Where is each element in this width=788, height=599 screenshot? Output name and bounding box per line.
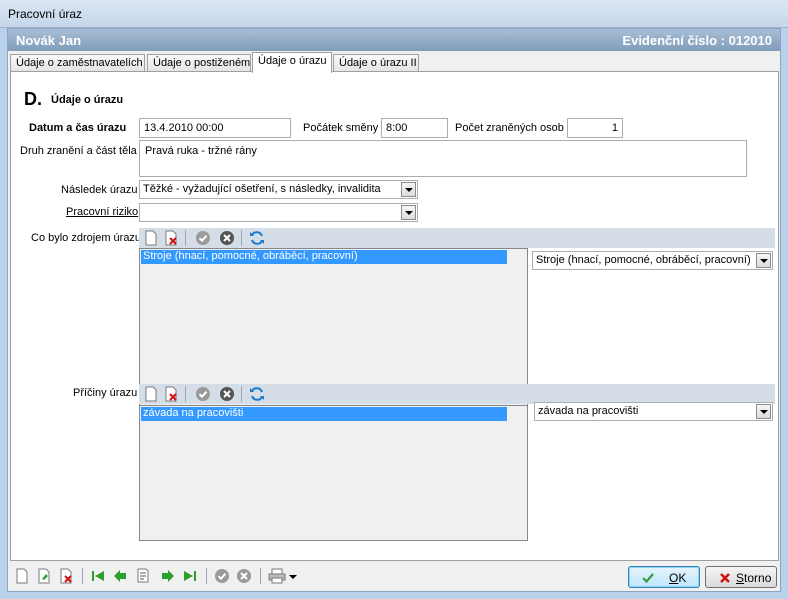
tab-injured-person[interactable]: Údaje o postiženém: [147, 54, 251, 72]
chevron-down-icon[interactable]: [756, 404, 771, 419]
check-icon: [642, 573, 654, 584]
injured-count-input[interactable]: 1: [567, 118, 623, 138]
tab-injury[interactable]: Údaje o úrazu: [252, 52, 332, 73]
ok-button[interactable]: OK: [628, 566, 700, 588]
ok-button-label: OK: [669, 571, 687, 585]
delete-document-icon[interactable]: [163, 230, 179, 246]
storno-button-label: Storno: [736, 571, 772, 585]
toolbar-separator: [241, 230, 242, 246]
tab-bar: Údaje o zaměstnavatelích Údaje o postiže…: [10, 52, 780, 73]
record-header: Novák Jan Evidenční číslo : 012010: [8, 29, 780, 51]
confirm-icon[interactable]: [195, 386, 211, 402]
causes-select-value: závada na pracovišti: [538, 405, 639, 417]
shift-input[interactable]: 8:00: [381, 118, 448, 138]
source-select-value: Stroje (hnací, pomocné, obráběcí, pracov…: [536, 254, 751, 266]
delete-record-icon[interactable]: [58, 568, 74, 584]
confirm-icon[interactable]: [195, 230, 211, 246]
bottom-toolbar: OK Storno: [10, 563, 780, 591]
main-window: Novák Jan Evidenční číslo : 012010 Údaje…: [7, 28, 781, 592]
injured-count-label: Počet zraněných osob: [455, 122, 564, 134]
section-letter: D.: [24, 89, 42, 109]
causes-toolbar: [139, 384, 775, 404]
consequence-label: Následek úrazu: [61, 184, 138, 196]
delete-document-icon[interactable]: [163, 386, 179, 402]
confirm-icon[interactable]: [214, 568, 230, 584]
source-label: Co bylo zdrojem úrazu: [31, 232, 142, 244]
shift-label: Počátek směny: [303, 122, 379, 134]
window-title: Pracovní úraz: [8, 7, 83, 21]
person-name: Novák Jan: [16, 33, 82, 48]
toolbar-separator: [185, 230, 186, 246]
tab-panel: D. Údaje o úrazu Datum a čas úrazu 13.4.…: [10, 71, 779, 561]
causes-label: Příčiny úrazu: [73, 387, 138, 399]
new-record-icon[interactable]: [14, 568, 30, 584]
evidence-number: Evidenční číslo : 012010: [622, 33, 772, 48]
toolbar-separator: [185, 386, 186, 402]
consequence-value: Těžké - vyžadující ošetření, s následky,…: [143, 183, 381, 195]
risk-label[interactable]: Pracovní riziko: [66, 206, 138, 218]
previous-record-icon[interactable]: [112, 568, 128, 584]
cancel-icon[interactable]: [219, 230, 235, 246]
cancel-icon[interactable]: [236, 568, 252, 584]
close-icon: [720, 573, 730, 583]
source-toolbar: [139, 228, 775, 248]
window-titlebar: Pracovní úraz: [0, 0, 788, 28]
refresh-icon[interactable]: [249, 230, 265, 246]
causes-select[interactable]: závada na pracovišti: [534, 402, 773, 421]
toolbar-separator: [260, 568, 261, 584]
chevron-down-icon[interactable]: [756, 253, 771, 268]
first-record-icon[interactable]: [90, 568, 106, 584]
find-record-icon[interactable]: [136, 568, 152, 584]
section-title: Údaje o úrazu: [51, 94, 124, 106]
tab-injury-2[interactable]: Údaje o úrazu II: [333, 54, 419, 72]
injury-textarea[interactable]: Pravá ruka - tržné rány: [139, 140, 747, 177]
toolbar-separator: [82, 568, 83, 584]
toolbar-separator: [206, 568, 207, 584]
new-document-icon[interactable]: [143, 386, 159, 402]
print-icon[interactable]: [268, 568, 286, 584]
tab-employers[interactable]: Údaje o zaměstnavatelích: [10, 54, 145, 72]
consequence-select[interactable]: Těžké - vyžadující ošetření, s následky,…: [139, 180, 418, 199]
storno-button[interactable]: Storno: [705, 566, 777, 588]
risk-select[interactable]: [139, 203, 418, 222]
causes-list[interactable]: závada na pracovišti: [139, 405, 528, 541]
source-select[interactable]: Stroje (hnací, pomocné, obráběcí, pracov…: [532, 251, 773, 270]
list-item[interactable]: závada na pracovišti: [141, 407, 507, 421]
list-item[interactable]: Stroje (hnací, pomocné, obráběcí, pracov…: [141, 250, 507, 264]
chevron-down-icon[interactable]: [401, 205, 416, 220]
chevron-down-icon[interactable]: [288, 568, 298, 584]
edit-record-icon[interactable]: [36, 568, 52, 584]
cancel-icon[interactable]: [219, 386, 235, 402]
toolbar-separator: [241, 386, 242, 402]
datetime-input[interactable]: 13.4.2010 00:00: [139, 118, 291, 138]
new-document-icon[interactable]: [143, 230, 159, 246]
refresh-icon[interactable]: [249, 386, 265, 402]
last-record-icon[interactable]: [182, 568, 198, 584]
chevron-down-icon[interactable]: [401, 182, 416, 197]
injury-label: Druh zranění a část těla: [20, 145, 137, 157]
datetime-label: Datum a čas úrazu: [29, 122, 127, 134]
next-record-icon[interactable]: [160, 568, 176, 584]
